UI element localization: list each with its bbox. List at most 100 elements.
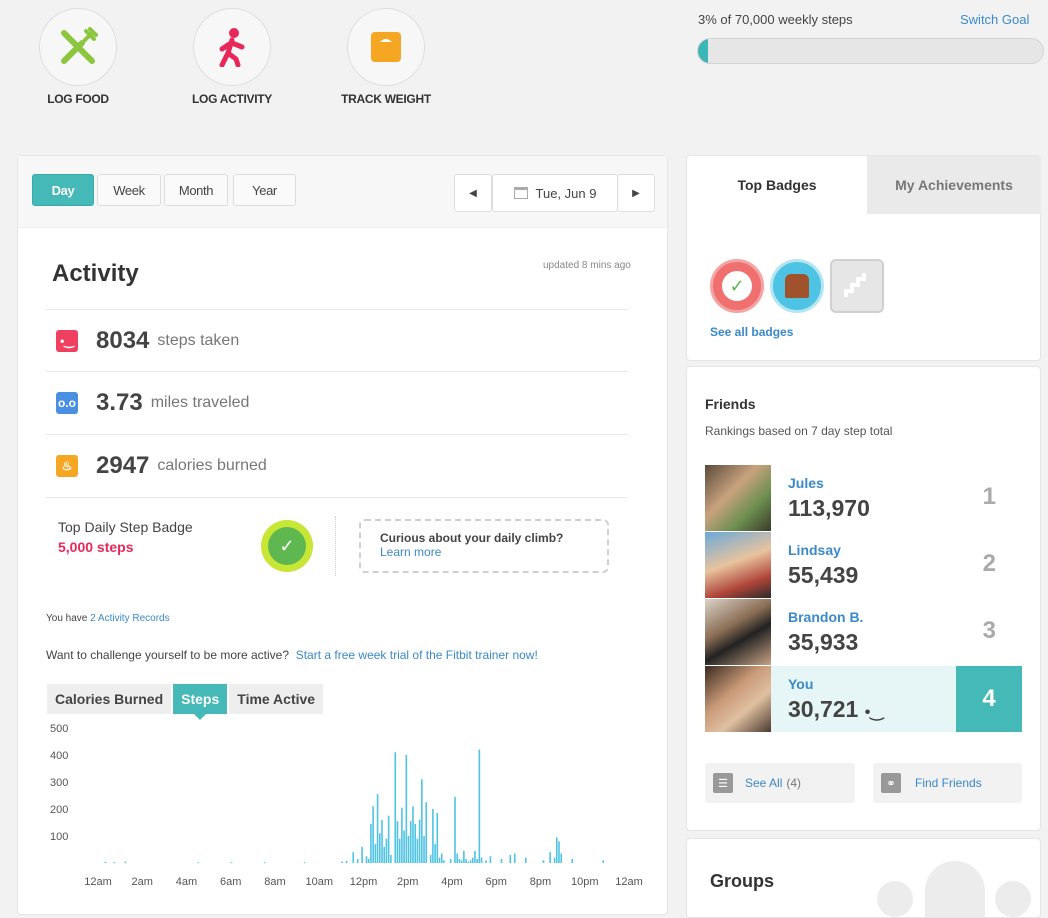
chart-bar	[471, 857, 474, 863]
chart-bar	[374, 844, 377, 863]
chart-bar	[387, 815, 390, 863]
stat-calories: ♨ 2947 calories burned	[46, 434, 628, 496]
chart-bar	[467, 861, 470, 863]
friend-steps: 55,439	[788, 562, 859, 588]
scale-icon	[371, 32, 401, 62]
chart-bar	[476, 858, 478, 863]
badge-climb-icon[interactable]	[770, 259, 824, 313]
chart-bar	[423, 836, 425, 863]
chart-bar	[513, 853, 516, 863]
stat-distance: o.o 3.73 miles traveled	[46, 371, 628, 433]
activity-panel: Day Week Month Year ◀ Tue, Jun 9 ▶ Activ…	[17, 155, 668, 915]
badge-divider	[335, 516, 336, 576]
chart-bar	[403, 830, 405, 863]
tab-month[interactable]: Month	[164, 174, 228, 206]
x-tick-label: 6pm	[486, 876, 507, 888]
date-picker[interactable]: Tue, Jun 9	[492, 174, 618, 212]
challenge-text-row: Want to challenge yourself to be more ac…	[46, 648, 538, 662]
see-all-badges-link[interactable]: See all badges	[710, 325, 793, 339]
tab-day[interactable]: Day	[32, 174, 94, 206]
step-badge-icon[interactable]: ✓	[261, 520, 313, 572]
flame-icon: ♨	[56, 454, 78, 477]
friend-rank: 2	[982, 550, 996, 577]
friend-row-you[interactable]: You 30,721 •‿ 4	[705, 666, 1022, 732]
chart-bar	[555, 837, 558, 863]
updated-text: updated 8 mins ago	[543, 260, 631, 271]
log-food-circle	[39, 8, 117, 86]
chart-bar	[525, 857, 527, 863]
friend-row[interactable]: Jules 113,970 1	[705, 465, 1022, 531]
switch-goal-link[interactable]: Switch Goal	[960, 12, 1029, 27]
log-activity-label: LOG ACTIVITY	[192, 92, 272, 106]
prev-day-button[interactable]: ◀	[454, 174, 492, 212]
chart-bar	[409, 821, 412, 863]
friends-panel: Friends Rankings based on 7 day step tot…	[686, 366, 1041, 831]
friend-rank: 3	[982, 617, 996, 644]
tab-time-active[interactable]: Time Active	[229, 684, 324, 714]
chart-bar	[197, 862, 200, 864]
friend-row[interactable]: Brandon B. 35,933 3	[705, 599, 1022, 665]
chart-bar	[474, 850, 476, 863]
x-tick-label: 2pm	[397, 876, 418, 888]
group-silhouette-icon	[995, 881, 1031, 917]
footprint-icon: •‿	[864, 704, 884, 721]
learn-more-link[interactable]: Learn more	[380, 545, 441, 559]
track-weight-button[interactable]: TRACK WEIGHT	[311, 8, 461, 106]
chart-bar	[571, 858, 574, 863]
top-badge-steps: 5,000 steps	[58, 539, 134, 555]
y-tick-label: 300	[50, 777, 68, 789]
tab-top-badges[interactable]: Top Badges	[687, 156, 867, 214]
friends-title: Friends	[705, 396, 756, 412]
badge-floors-icon[interactable]	[830, 259, 884, 313]
chart-bar	[509, 854, 512, 863]
chart-bar	[372, 806, 374, 863]
find-friends-label: Find Friends	[915, 776, 982, 790]
find-friends-icon: ⚭	[881, 773, 901, 793]
track-weight-label: TRACK WEIGHT	[341, 92, 431, 106]
friend-row[interactable]: Lindsay 55,439 2	[705, 532, 1022, 598]
activity-records-link[interactable]: 2 Activity Records	[90, 613, 169, 624]
chart-bar	[440, 853, 443, 863]
x-tick-label: 10pm	[571, 876, 599, 888]
chart-bar	[390, 854, 392, 863]
chart-bar	[560, 853, 563, 863]
log-food-button[interactable]: LOG FOOD	[3, 8, 153, 106]
steps-unit: steps taken	[157, 331, 240, 349]
chart-bar	[558, 841, 560, 863]
avatar	[705, 666, 771, 732]
badge-steps-icon[interactable]: ✓	[710, 259, 764, 313]
tab-year[interactable]: Year	[233, 174, 296, 206]
x-tick-label: 10am	[305, 876, 333, 888]
x-tick-label: 12pm	[350, 876, 378, 888]
chart-bar	[381, 819, 383, 863]
chart-bar	[429, 854, 432, 863]
next-day-button[interactable]: ▶	[617, 174, 655, 212]
x-tick-label: 4am	[176, 876, 197, 888]
chart-bar	[394, 752, 397, 863]
find-friends-button[interactable]: ⚭ Find Friends	[873, 763, 1022, 803]
chart-bar	[443, 860, 445, 863]
chart-bar	[456, 853, 459, 863]
track-weight-circle	[347, 8, 425, 86]
friend-rank: 4	[956, 666, 1022, 732]
chart-bar	[449, 858, 452, 863]
daily-climb-box: Curious about your daily climb? Learn mo…	[359, 519, 609, 573]
distance-unit: miles traveled	[150, 393, 250, 411]
tab-my-achievements[interactable]: My Achievements	[867, 156, 1041, 214]
tab-week[interactable]: Week	[97, 174, 161, 206]
chart-bar	[460, 860, 463, 863]
log-activity-circle	[193, 8, 271, 86]
trainer-trial-link[interactable]: Start a free week trial of the Fitbit tr…	[296, 648, 538, 662]
log-food-label: LOG FOOD	[47, 92, 109, 106]
x-tick-label: 6am	[220, 876, 241, 888]
see-all-friends-button[interactable]: ☰ See All (4)	[705, 763, 855, 803]
tab-steps[interactable]: Steps	[173, 684, 228, 720]
tab-calories-burned[interactable]: Calories Burned	[47, 684, 172, 714]
avatar	[705, 465, 771, 531]
chart-bar	[303, 862, 306, 864]
log-activity-button[interactable]: LOG ACTIVITY	[157, 8, 307, 106]
chart-bar	[542, 860, 545, 863]
groups-panel: Groups	[686, 838, 1041, 918]
friend-steps: 30,721 •‿	[788, 696, 884, 722]
chart-bar	[414, 823, 416, 863]
